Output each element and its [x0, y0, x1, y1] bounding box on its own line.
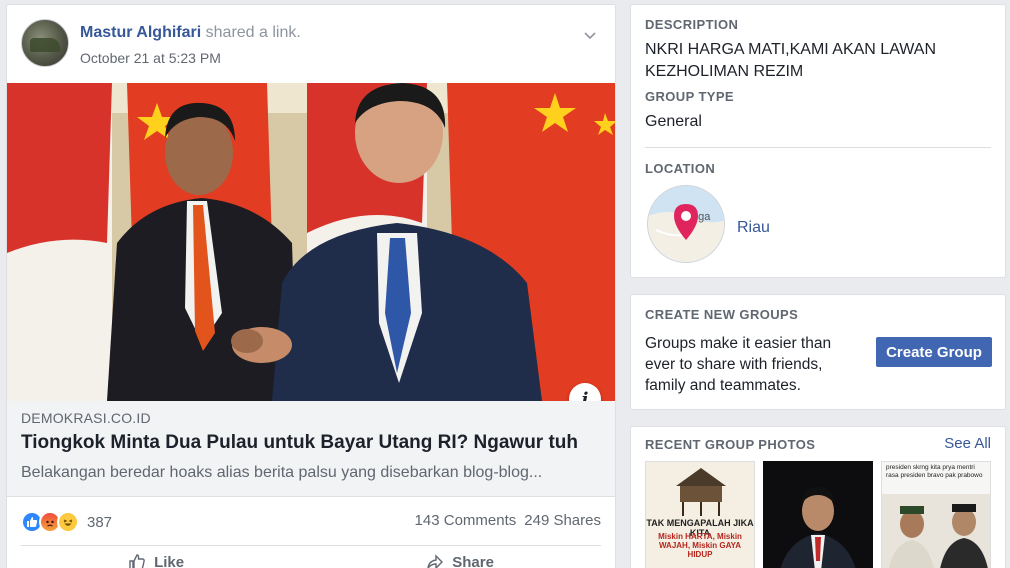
description-value: NKRI HARGA MATI,KAMI AKAN LAWAN KEZHOLIM…: [645, 41, 937, 80]
group-type-value: General: [645, 113, 702, 130]
chevron-down-icon[interactable]: [581, 27, 599, 45]
post-card: Mastur Alghifari shared a link. October …: [6, 4, 616, 568]
create-groups-label: CREATE NEW GROUPS: [645, 307, 799, 322]
photo3-caption: presiden skrng kita prya mentri rasa pre…: [886, 464, 983, 479]
create-group-button[interactable]: Create Group: [876, 337, 992, 367]
haha-reaction-icon: [57, 511, 79, 533]
group-about-card: DESCRIPTION NKRI HARGA MATI,KAMI AKAN LA…: [630, 4, 1006, 278]
recent-photos-label: RECENT GROUP PHOTOS: [645, 437, 816, 452]
share-button[interactable]: Share: [426, 553, 494, 568]
post-action-text: shared a link.: [205, 24, 301, 41]
like-button[interactable]: Like: [128, 553, 184, 568]
about-divider: [645, 147, 991, 148]
group-type-label: GROUP TYPE: [645, 89, 735, 104]
see-all-link[interactable]: See All: [944, 435, 991, 452]
shares-count[interactable]: 249 Shares: [524, 512, 601, 529]
recent-photos-card: RECENT GROUP PHOTOS See All TAK MENGAPAL…: [630, 426, 1006, 568]
create-groups-text: Groups make it easier than ever to share…: [645, 335, 832, 394]
like-label: Like: [154, 553, 185, 568]
link-title[interactable]: Tiongkok Minta Dua Pulau untuk Bayar Uta…: [21, 432, 578, 454]
location-label: LOCATION: [645, 161, 716, 176]
share-label: Share: [452, 553, 494, 568]
share-arrow-icon: [427, 554, 444, 568]
post-timestamp[interactable]: October 21 at 5:23 PM: [80, 50, 221, 66]
location-link[interactable]: Riau: [737, 219, 770, 237]
handshake-photo: [7, 83, 615, 401]
reaction-count[interactable]: 387: [87, 514, 112, 531]
photo1-subtext: Miskin HARTA, Miskin WAJAH, Miskin GAYA …: [658, 532, 742, 559]
create-groups-card: CREATE NEW GROUPS Groups make it easier …: [630, 294, 1006, 410]
group-photo-1[interactable]: TAK MENGAPALAH JIKA KITA Miskin HARTA, M…: [645, 461, 755, 568]
map-thumbnail: nga: [648, 186, 724, 262]
location-map[interactable]: nga: [647, 185, 725, 263]
portrait-photo: [763, 461, 873, 568]
link-preview-image[interactable]: i: [7, 83, 615, 401]
house-illustration: [676, 468, 726, 516]
post-attribution: Mastur Alghifari shared a link.: [80, 24, 301, 42]
description-label: DESCRIPTION: [645, 17, 739, 32]
reactions-summary[interactable]: 387: [21, 510, 112, 534]
post-actions: Like Share: [7, 553, 615, 568]
link-preview[interactable]: DEMOKRASI.CO.ID Tiongkok Minta Dua Pulau…: [7, 401, 615, 497]
actions-divider: [21, 545, 601, 546]
author-avatar[interactable]: [21, 19, 69, 67]
post-stats: 143 Comments 249 Shares: [415, 512, 601, 529]
comments-count[interactable]: 143 Comments: [415, 512, 517, 529]
author-name-link[interactable]: Mastur Alghifari: [80, 24, 201, 41]
group-photo-3[interactable]: presiden skrng kita prya mentri rasa pre…: [881, 461, 991, 568]
group-photo-2[interactable]: [763, 461, 873, 568]
link-description: Belakangan beredar hoaks alias berita pa…: [21, 464, 543, 481]
link-domain: DEMOKRASI.CO.ID: [21, 410, 151, 426]
post-header: Mastur Alghifari shared a link. October …: [21, 17, 605, 73]
thumbs-up-icon: [129, 554, 145, 568]
